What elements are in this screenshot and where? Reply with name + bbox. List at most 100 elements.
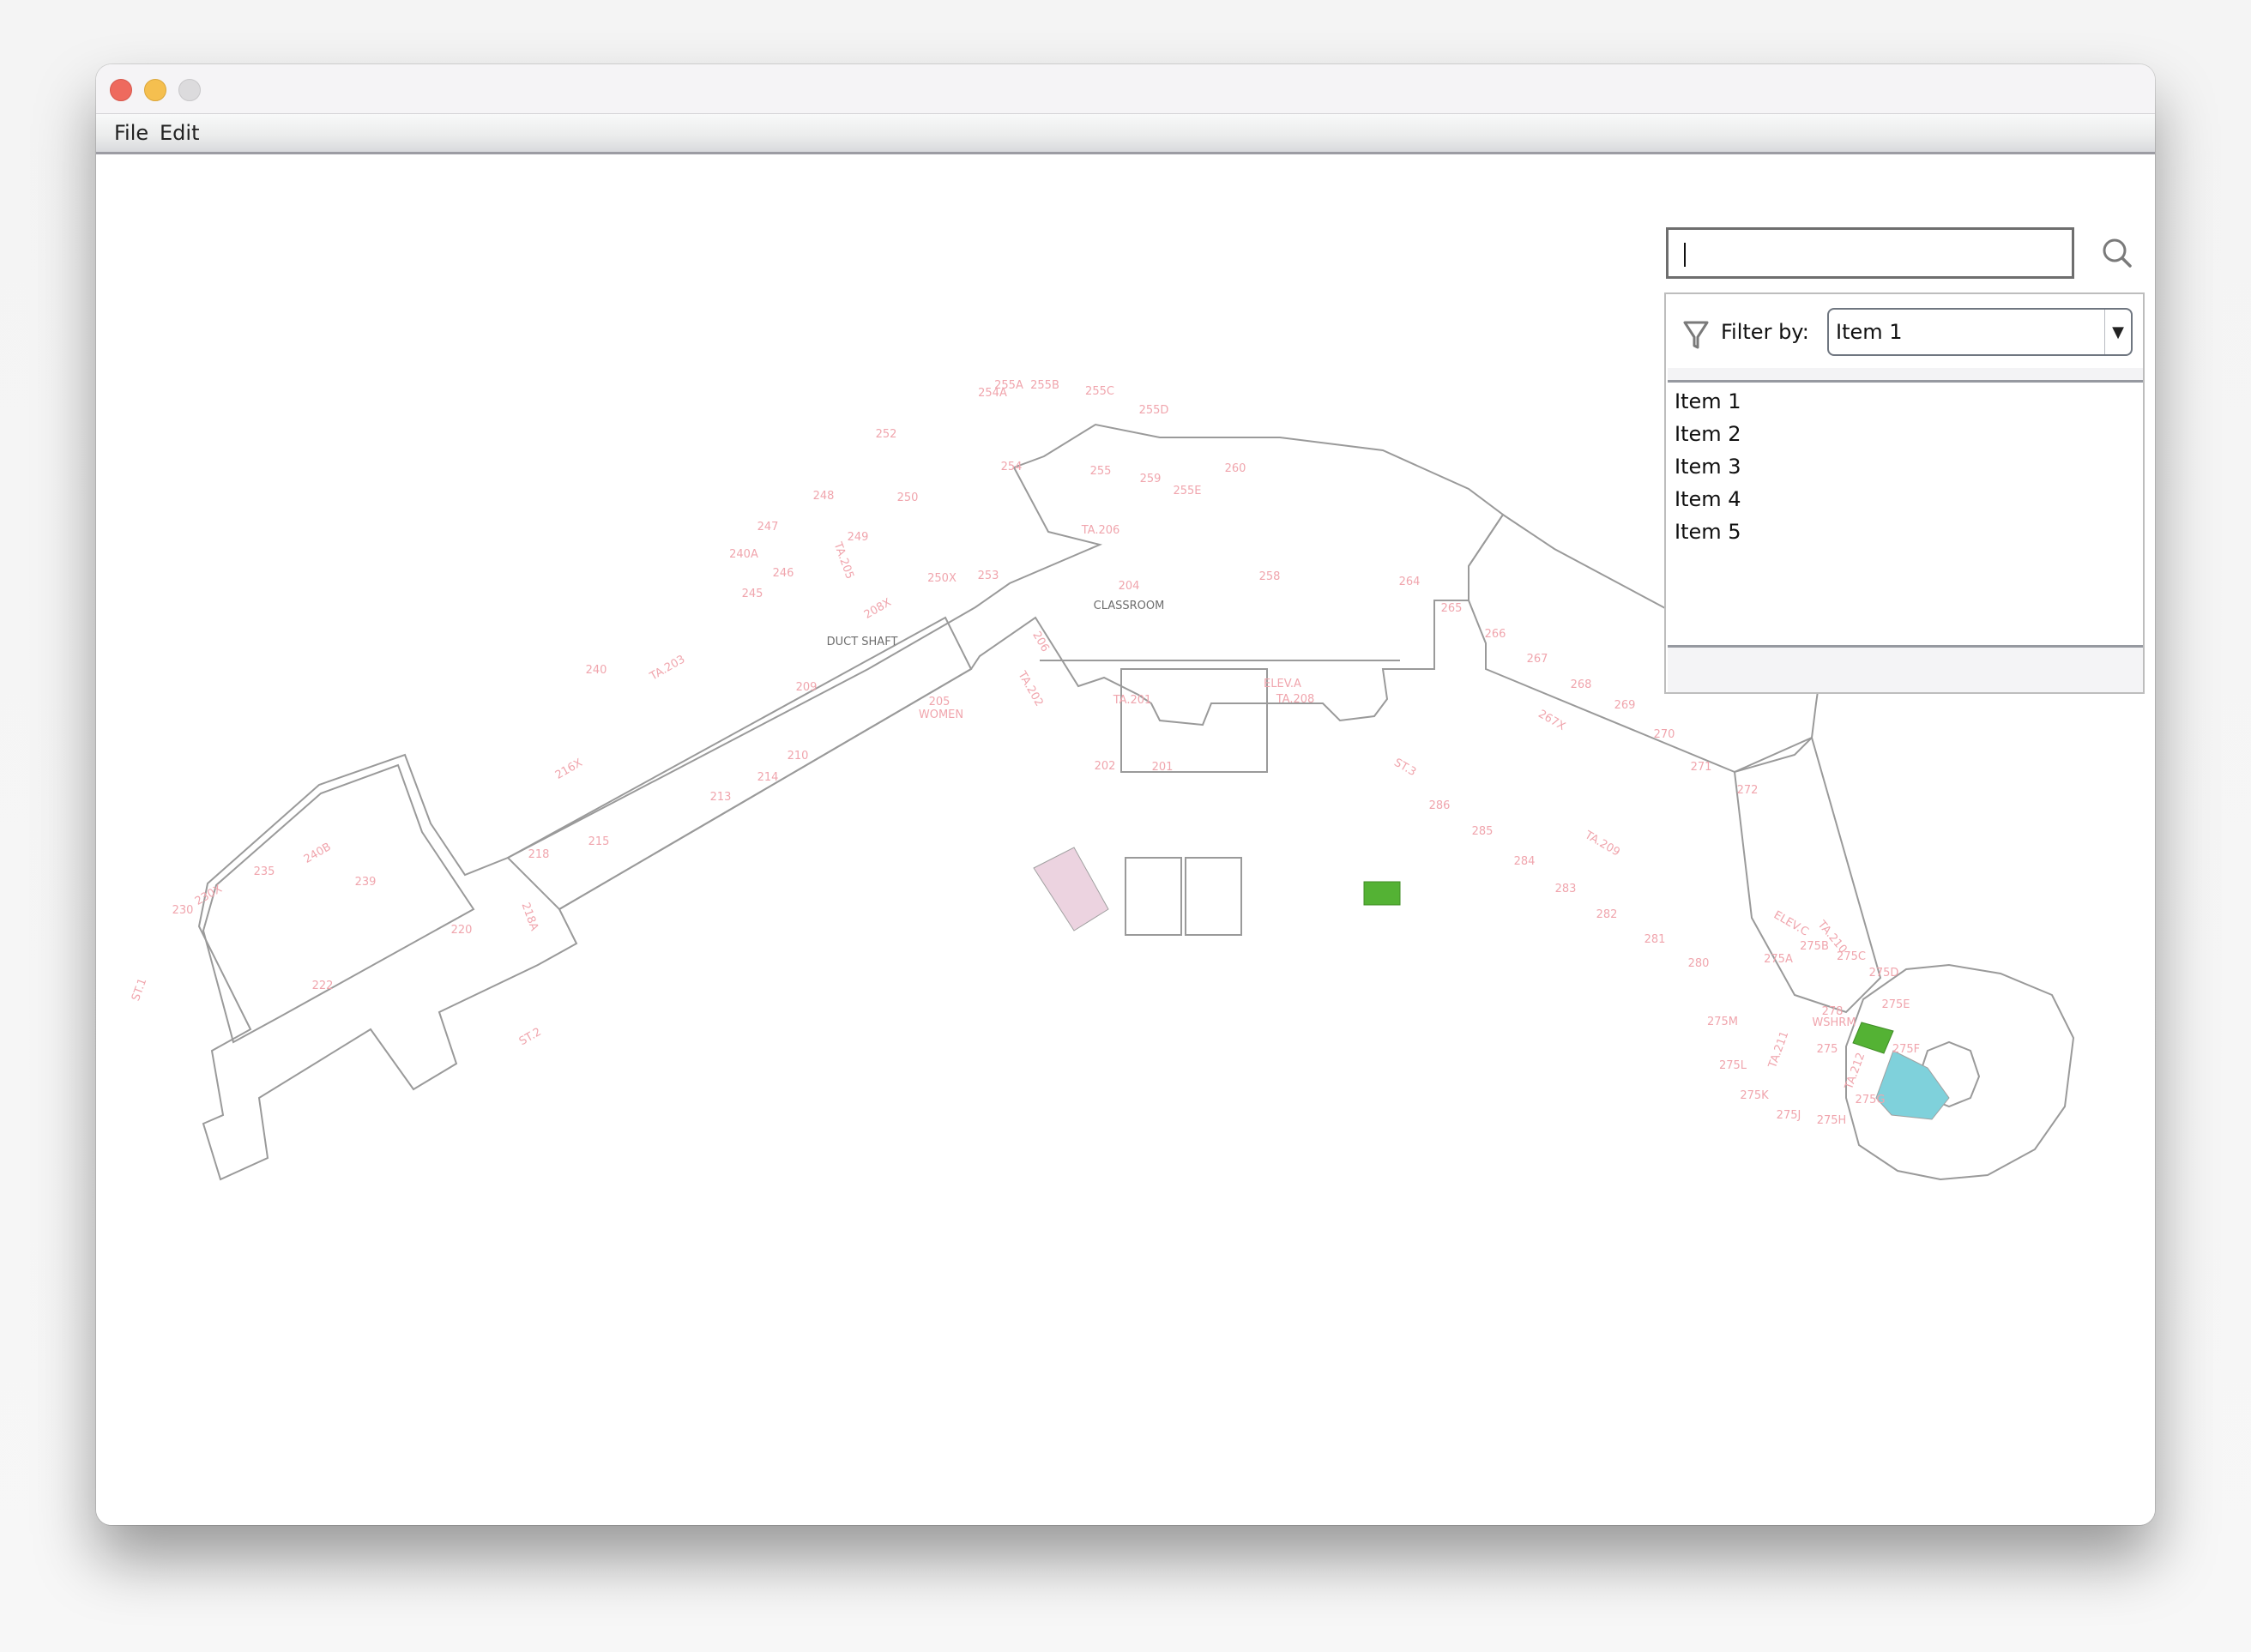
room-label: 275C xyxy=(1837,950,1866,963)
room-label: 255A xyxy=(994,379,1023,392)
maximize-button[interactable] xyxy=(178,79,201,101)
room-label: 246 xyxy=(773,567,794,580)
room-278-washroom-highlight[interactable] xyxy=(1875,1050,1950,1120)
search-input[interactable] xyxy=(1666,227,2074,279)
wall-classroom xyxy=(1120,668,1268,773)
room-label: TA.208 xyxy=(1276,693,1315,706)
room-label: 270 xyxy=(1654,728,1675,741)
list-item[interactable]: Item 2 xyxy=(1675,422,1741,446)
list-item[interactable]: Item 3 xyxy=(1675,455,1741,479)
room-label: 254 xyxy=(1001,461,1023,473)
list-item[interactable]: Item 4 xyxy=(1675,487,1741,511)
room-label: 275J xyxy=(1777,1109,1801,1122)
room-label: 271 xyxy=(1691,761,1712,774)
results-list[interactable]: Item 1 Item 2 Item 3 Item 4 Item 5 xyxy=(1668,380,2143,648)
room-label: 202 xyxy=(1095,760,1116,773)
room-label: ST.1 xyxy=(130,977,149,1004)
room-label: 272 xyxy=(1737,784,1759,797)
room-label: ELEV.A xyxy=(1264,678,1301,690)
room-label: 216X xyxy=(553,757,585,782)
room-label: 255C xyxy=(1085,385,1114,398)
elevator-a-highlight[interactable] xyxy=(1363,881,1401,906)
room-label: 250X xyxy=(927,572,957,585)
wall-rotunda-connector xyxy=(1733,736,1882,1014)
room-label: TA.205 xyxy=(830,540,856,581)
room-label: 284 xyxy=(1514,855,1536,868)
room-label: 252 xyxy=(876,428,897,441)
room-label: 275M xyxy=(1707,1016,1738,1028)
wall-room-201 xyxy=(1185,857,1242,936)
room-label: 255E xyxy=(1173,485,1201,497)
menu-edit[interactable]: Edit xyxy=(160,121,199,145)
room-label: 275B xyxy=(1800,940,1829,953)
room-label: 240B xyxy=(302,841,334,866)
room-label: 239 xyxy=(355,876,377,889)
room-label: TA.206 xyxy=(1081,524,1120,537)
room-label: 208X xyxy=(862,596,894,622)
room-label: 275K xyxy=(1740,1089,1769,1102)
room-label: 206 xyxy=(1029,630,1051,654)
room-label: TA.203 xyxy=(647,653,687,684)
minimize-button[interactable] xyxy=(144,79,166,101)
room-label: 259 xyxy=(1140,473,1162,485)
room-label: 250 xyxy=(897,491,919,504)
room-label: 240 xyxy=(586,664,607,677)
wall-rotunda xyxy=(1845,963,2075,1181)
room-label: 275L xyxy=(1719,1059,1747,1072)
room-label: 275F xyxy=(1892,1043,1920,1056)
close-button[interactable] xyxy=(110,79,132,101)
room-label: 267X xyxy=(1536,708,1567,733)
wall-room-202 xyxy=(1125,857,1182,936)
room-label: 230X xyxy=(193,883,225,908)
room-label: 275 xyxy=(1817,1043,1838,1056)
filter-row: Filter by: Item 1 ▼ xyxy=(1666,294,2143,368)
room-label: TA.211 xyxy=(1766,1029,1792,1070)
text-caret xyxy=(1684,243,1686,267)
room-label: 215 xyxy=(588,835,610,848)
list-item[interactable]: Item 1 xyxy=(1675,389,1741,413)
search-icon[interactable] xyxy=(2100,236,2134,270)
room-label: 260 xyxy=(1225,462,1246,475)
room-label: 255D xyxy=(1139,404,1169,417)
room-label: 205 xyxy=(929,696,950,708)
room-label: WSHRM xyxy=(1812,1016,1856,1029)
room-label: 268 xyxy=(1571,678,1592,691)
room-label: DUCT SHAFT xyxy=(827,636,898,648)
room-label: TA.209 xyxy=(1582,829,1622,859)
list-item[interactable]: Item 5 xyxy=(1675,520,1741,544)
room-labels: 254A255A 255B 255C255D252254 255259255E2602… xyxy=(130,379,1920,1127)
filter-dropdown[interactable]: Item 1 ▼ xyxy=(1827,308,2133,356)
filter-panel: Filter by: Item 1 ▼ Item 1 Item 2 Item 3… xyxy=(1664,292,2145,694)
room-label: 258 xyxy=(1259,570,1281,583)
room-label: 249 xyxy=(848,531,869,544)
chevron-down-icon[interactable]: ▼ xyxy=(2104,310,2131,354)
content-area: 254A 255A 255B 255C 255D 252 254 255 259 255E 260 2… xyxy=(96,154,2155,1525)
room-label: CLASSROOM xyxy=(1094,600,1165,612)
room-label: 285 xyxy=(1472,825,1494,838)
room-label: 220 xyxy=(451,924,473,937)
room-label: 275H xyxy=(1817,1114,1847,1127)
room-label: 283 xyxy=(1555,883,1577,895)
room-label: 222 xyxy=(312,980,334,992)
room-label: 245 xyxy=(742,588,763,600)
room-205-women-highlight[interactable] xyxy=(1033,847,1109,932)
room-label: ST.3 xyxy=(1391,757,1418,780)
title-bar[interactable] xyxy=(96,64,2155,114)
elevator-c-highlight[interactable] xyxy=(1852,1022,1894,1054)
filter-funnel-icon xyxy=(1683,321,1709,349)
room-label: 275D xyxy=(1869,967,1899,980)
room-label: TA.202 xyxy=(1015,668,1046,708)
room-label: 210 xyxy=(788,750,809,763)
filter-dropdown-value: Item 1 xyxy=(1836,320,1903,344)
room-label: 255B xyxy=(1030,379,1059,392)
wall-west-inner xyxy=(202,763,475,1044)
room-label: 280 xyxy=(1688,957,1710,970)
room-label: 266 xyxy=(1485,628,1506,641)
room-label: 286 xyxy=(1429,799,1451,812)
filter-label: Filter by: xyxy=(1721,320,1809,344)
room-label: 213 xyxy=(710,791,732,804)
menu-file[interactable]: File xyxy=(114,121,148,145)
room-label: ELEV.C xyxy=(1771,908,1811,938)
room-label: TA.201 xyxy=(1113,694,1152,707)
room-label: 264 xyxy=(1399,576,1421,588)
